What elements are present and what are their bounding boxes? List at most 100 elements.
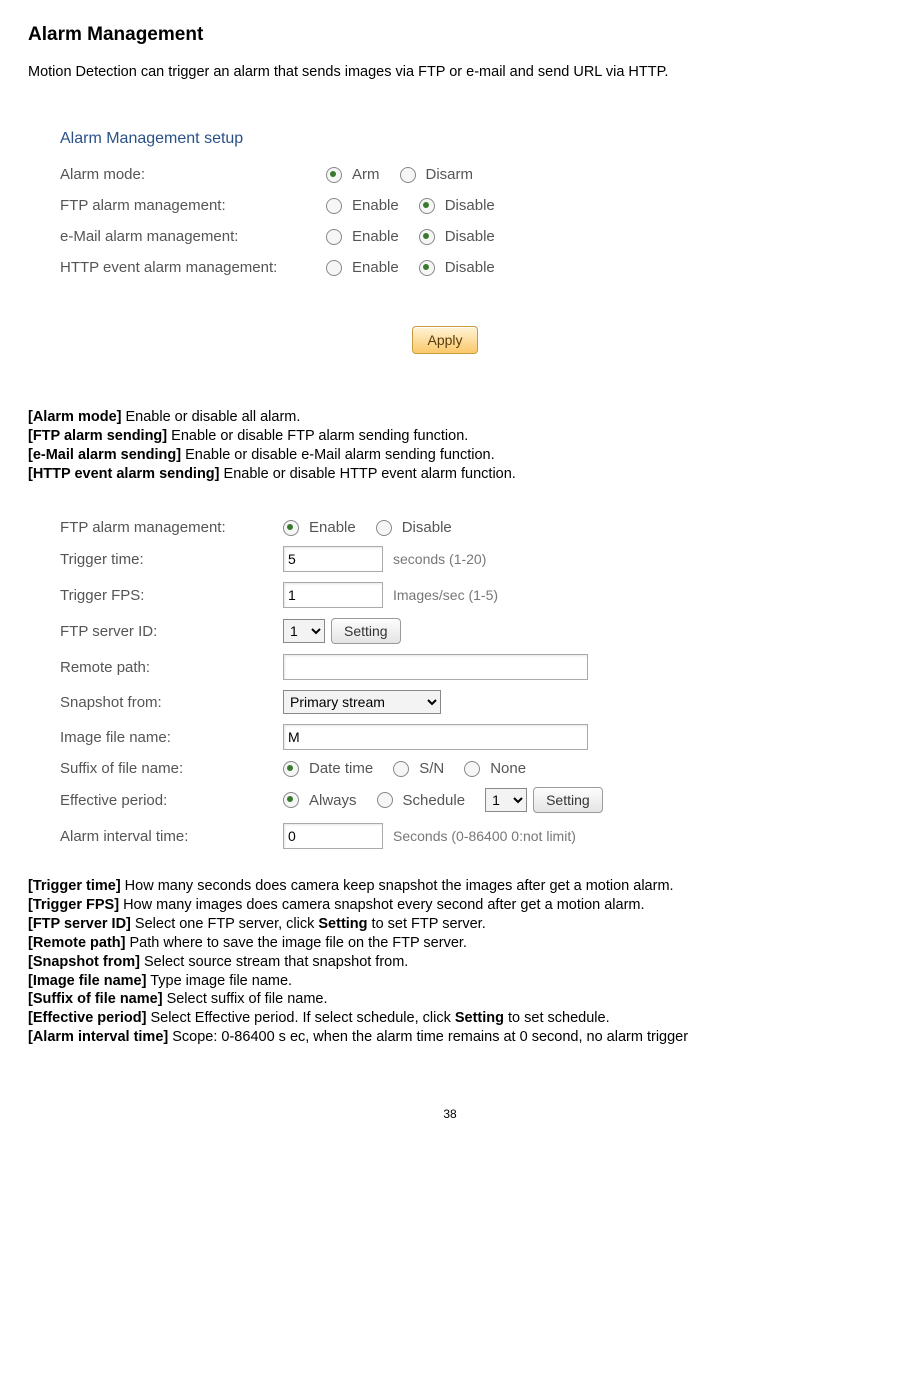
row-email-alarm: e-Mail alarm management: Enable Disable	[60, 228, 830, 245]
opt-email-enable: Enable	[352, 228, 399, 245]
desc-ftp-t: Enable or disable FTP alarm sending func…	[167, 428, 468, 444]
opt-email-disable: Disable	[445, 228, 495, 245]
opt-effective-always: Always	[309, 792, 357, 809]
row-alarm-mode: Alarm mode: Arm Disarm	[60, 166, 830, 183]
radio-http-enable[interactable]	[326, 260, 342, 276]
label-suffix: Suffix of file name:	[60, 760, 283, 777]
d2-trigger-fps-b: [Trigger FPS]	[28, 897, 119, 913]
opt-arm: Arm	[352, 166, 380, 183]
opt-disarm: Disarm	[426, 166, 474, 183]
d2-imgname-b: [Image file name]	[28, 973, 146, 989]
desc-email-t: Enable or disable e-Mail alarm sending f…	[181, 447, 495, 463]
desc-http-t: Enable or disable HTTP event alarm funct…	[220, 466, 516, 482]
row-ftp-mgmt: FTP alarm management: Enable Disable	[60, 519, 830, 536]
label-alarm-mode: Alarm mode:	[60, 166, 326, 183]
radio-email-enable[interactable]	[326, 229, 342, 245]
trigger-fps-hint: Images/sec (1-5)	[393, 587, 498, 603]
row-snapshot-from: Snapshot from: Primary stream	[60, 690, 830, 714]
desc-alarm-mode-b: [Alarm mode]	[28, 409, 121, 425]
d2-remote-b: [Remote path]	[28, 935, 125, 951]
radio-ftp2-disable[interactable]	[376, 520, 392, 536]
d2-interval-b: [Alarm interval time]	[28, 1029, 168, 1045]
effective-schedule-select[interactable]: 1	[485, 788, 527, 812]
row-interval: Alarm interval time: Seconds (0-86400 0:…	[60, 823, 830, 849]
row-effective: Effective period: Always Schedule 1 Sett…	[60, 787, 830, 813]
opt-suffix-datetime: Date time	[309, 760, 373, 777]
image-file-name-input[interactable]	[283, 724, 588, 750]
radio-effective-schedule[interactable]	[377, 792, 393, 808]
label-ftp-alarm: FTP alarm management:	[60, 197, 326, 214]
d2-imgname-t: Type image file name.	[146, 973, 292, 989]
opt-ftp-disable: Disable	[445, 197, 495, 214]
row-remote-path: Remote path:	[60, 654, 830, 680]
radio-suffix-sn[interactable]	[393, 761, 409, 777]
opt-ftp2-disable: Disable	[402, 519, 452, 536]
label-effective: Effective period:	[60, 792, 283, 809]
snapshot-from-select[interactable]: Primary stream	[283, 690, 441, 714]
d2-effective-t1: Select Effective period. If select sched…	[146, 1010, 454, 1026]
page-title: Alarm Management	[28, 24, 872, 46]
radio-suffix-none[interactable]	[464, 761, 480, 777]
d2-remote-t: Path where to save the image file on the…	[125, 935, 466, 951]
description-block-2: [Trigger time] How many seconds does cam…	[28, 877, 872, 1047]
trigger-fps-input[interactable]	[283, 582, 383, 608]
radio-effective-always[interactable]	[283, 792, 299, 808]
radio-http-disable[interactable]	[419, 260, 435, 276]
label-http-alarm: HTTP event alarm management:	[60, 259, 326, 276]
trigger-time-hint: seconds (1-20)	[393, 551, 486, 567]
opt-effective-schedule: Schedule	[403, 792, 466, 809]
row-http-alarm: HTTP event alarm management: Enable Disa…	[60, 259, 830, 276]
d2-effective-b: [Effective period]	[28, 1010, 146, 1026]
d2-snapshot-t: Select source stream that snapshot from.	[140, 954, 408, 970]
d2-suffix-b: [Suffix of file name]	[28, 991, 163, 1007]
d2-effective-t3: to set schedule.	[504, 1010, 610, 1026]
opt-http-enable: Enable	[352, 259, 399, 276]
trigger-time-input[interactable]	[283, 546, 383, 572]
radio-arm[interactable]	[326, 167, 342, 183]
intro-text: Motion Detection can trigger an alarm th…	[28, 64, 872, 80]
effective-setting-button[interactable]: Setting	[533, 787, 603, 813]
radio-ftp-disable[interactable]	[419, 198, 435, 214]
d2-ftp-id-t2: Setting	[318, 916, 367, 932]
d2-trigger-fps-t: How many images does camera snapshot eve…	[119, 897, 644, 913]
row-trigger-fps: Trigger FPS: Images/sec (1-5)	[60, 582, 830, 608]
row-image-file-name: Image file name:	[60, 724, 830, 750]
opt-suffix-none: None	[490, 760, 526, 777]
d2-trigger-time-b: [Trigger time]	[28, 878, 121, 894]
alarm-management-setup-panel: Alarm Management setup Alarm mode: Arm D…	[40, 118, 850, 374]
radio-email-disable[interactable]	[419, 229, 435, 245]
panel-title: Alarm Management setup	[60, 130, 830, 148]
opt-suffix-sn: S/N	[419, 760, 444, 777]
d2-suffix-t: Select suffix of file name.	[163, 991, 328, 1007]
d2-ftp-id-t1: Select one FTP server, click	[131, 916, 319, 932]
radio-ftp2-enable[interactable]	[283, 520, 299, 536]
ftp-alarm-panel: FTP alarm management: Enable Disable Tri…	[40, 509, 850, 869]
ftp-server-setting-button[interactable]: Setting	[331, 618, 401, 644]
description-block-1: [Alarm mode] Enable or disable all alarm…	[28, 408, 872, 483]
row-ftp-server-id: FTP server ID: 1 Setting	[60, 618, 830, 644]
d2-ftp-id-b: [FTP server ID]	[28, 916, 131, 932]
row-trigger-time: Trigger time: seconds (1-20)	[60, 546, 830, 572]
d2-effective-t2: Setting	[455, 1010, 504, 1026]
label-remote-path: Remote path:	[60, 659, 283, 676]
label-trigger-fps: Trigger FPS:	[60, 587, 283, 604]
desc-email-b: [e-Mail alarm sending]	[28, 447, 181, 463]
opt-ftp-enable: Enable	[352, 197, 399, 214]
ftp-server-id-select[interactable]: 1	[283, 619, 325, 643]
remote-path-input[interactable]	[283, 654, 588, 680]
d2-trigger-time-t: How many seconds does camera keep snapsh…	[121, 878, 674, 894]
opt-http-disable: Disable	[445, 259, 495, 276]
page-number: 38	[28, 1107, 872, 1121]
label-image-file-name: Image file name:	[60, 729, 283, 746]
radio-ftp-enable[interactable]	[326, 198, 342, 214]
radio-disarm[interactable]	[400, 167, 416, 183]
radio-suffix-datetime[interactable]	[283, 761, 299, 777]
desc-alarm-mode-t: Enable or disable all alarm.	[121, 409, 300, 425]
label-ftp-server-id: FTP server ID:	[60, 623, 283, 640]
label-interval: Alarm interval time:	[60, 828, 283, 845]
interval-hint: Seconds (0-86400 0:not limit)	[393, 828, 576, 844]
apply-button[interactable]: Apply	[412, 326, 477, 354]
row-ftp-alarm: FTP alarm management: Enable Disable	[60, 197, 830, 214]
interval-input[interactable]	[283, 823, 383, 849]
d2-snapshot-b: [Snapshot from]	[28, 954, 140, 970]
